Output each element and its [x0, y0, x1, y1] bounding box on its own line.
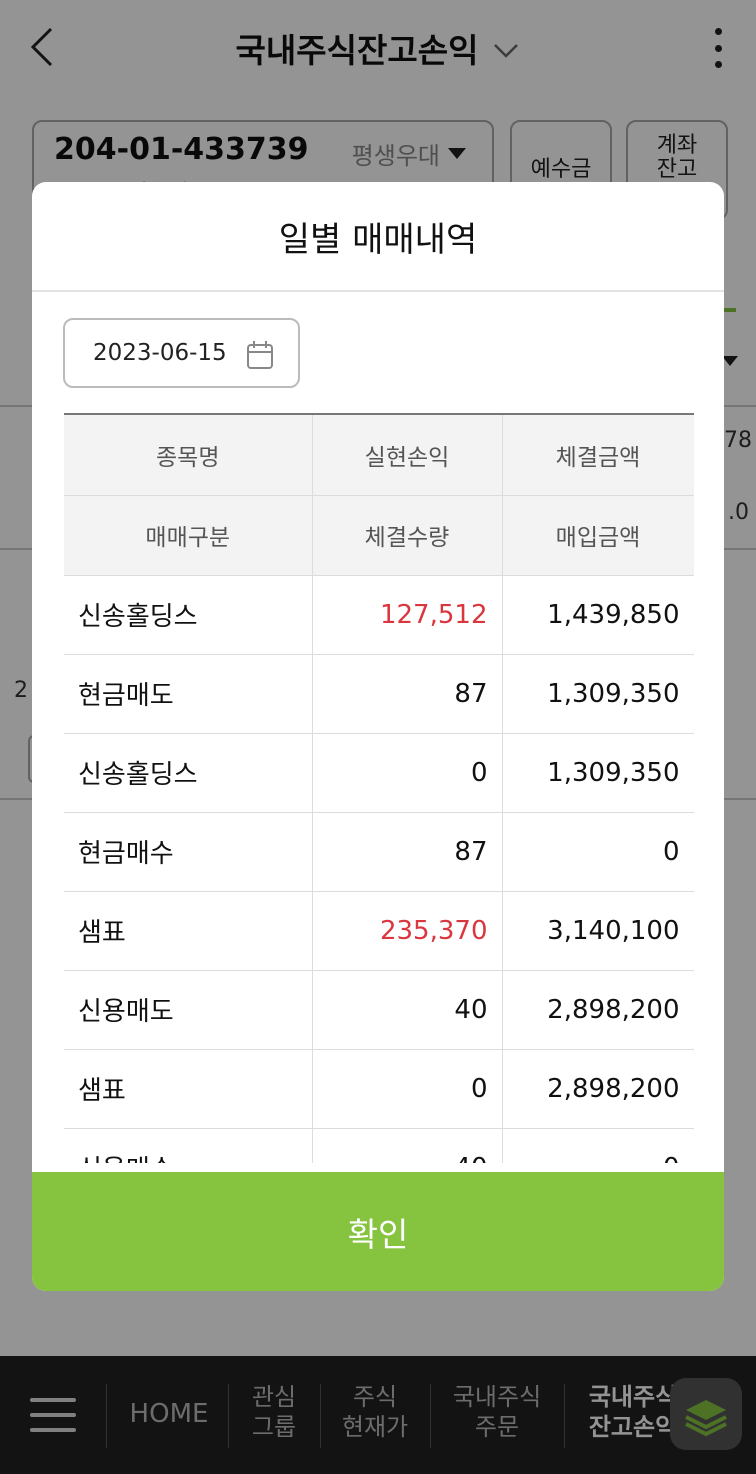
cell-pnl-or-qty: 87: [312, 654, 503, 734]
table-row[interactable]: 신용매수400: [64, 1128, 694, 1163]
cell-pnl-or-qty: 127,512: [312, 575, 503, 655]
cell-amount: 1,309,350: [502, 733, 694, 813]
trade-table-scroll[interactable]: 종목명 실현손익 체결금액 매매구분 체결수량 매입금액 신송홀딩스 127,51…: [64, 413, 694, 1163]
modal-title: 일별 매매내역: [32, 182, 724, 292]
daily-trade-history-modal: 일별 매매내역 2023-06-15 종목명 실현손익 체결금액 매매구분 체결…: [32, 182, 724, 1291]
cell-stock-or-type: 현금매수: [64, 812, 313, 892]
cell-pnl-or-qty: 40: [312, 1128, 503, 1163]
cell-stock-or-type: 신송홀딩스: [64, 575, 313, 655]
cell-stock-or-type: 샘표: [64, 891, 313, 971]
cell-amount: 1,439,850: [502, 575, 694, 655]
table-row[interactable]: 현금매수 87 0: [64, 812, 694, 892]
cell-pnl-or-qty: 87: [312, 812, 503, 892]
col-header-exec-amount: 체결금액: [502, 415, 694, 496]
trade-table: 종목명 실현손익 체결금액 매매구분 체결수량 매입금액 신송홀딩스 127,51…: [64, 415, 694, 1163]
cell-amount: 1,309,350: [502, 654, 694, 734]
col-header-exec-qty: 체결수량: [312, 495, 503, 576]
table-header-row: 매매구분 체결수량 매입금액: [64, 495, 694, 576]
date-picker[interactable]: 2023-06-15: [63, 318, 300, 388]
col-header-stock-name: 종목명: [64, 415, 313, 496]
table-row[interactable]: 샘표 0 2,898,200: [64, 1049, 694, 1129]
table-row[interactable]: 신송홀딩스 0 1,309,350: [64, 733, 694, 813]
cell-pnl-or-qty: 40: [312, 970, 503, 1050]
cell-stock-or-type: 신송홀딩스: [64, 733, 313, 813]
table-header-row: 종목명 실현손익 체결금액: [64, 415, 694, 496]
cell-stock-or-type: 샘표: [64, 1049, 313, 1129]
cell-stock-or-type: 신용매도: [64, 970, 313, 1050]
table-row[interactable]: 신용매도 40 2,898,200: [64, 970, 694, 1050]
cell-amount: 2,898,200: [502, 970, 694, 1050]
table-row[interactable]: 샘표 235,370 3,140,100: [64, 891, 694, 971]
table-row[interactable]: 신송홀딩스 127,512 1,439,850: [64, 575, 694, 655]
cell-pnl-or-qty: 0: [312, 1049, 503, 1129]
cell-amount: 2,898,200: [502, 1049, 694, 1129]
date-value: 2023-06-15: [93, 340, 227, 366]
cell-stock-or-type: 현금매도: [64, 654, 313, 734]
cell-amount: 0: [502, 812, 694, 892]
cell-pnl-or-qty: 235,370: [312, 891, 503, 971]
confirm-button[interactable]: 확인: [32, 1172, 724, 1291]
cell-stock-or-type: 신용매수: [64, 1128, 313, 1163]
calendar-icon: [247, 341, 273, 369]
col-header-realized-pnl: 실현손익: [312, 415, 503, 496]
cell-amount: 0: [502, 1128, 694, 1163]
col-header-purchase-amount: 매입금액: [502, 495, 694, 576]
table-row[interactable]: 현금매도 87 1,309,350: [64, 654, 694, 734]
cell-pnl-or-qty: 0: [312, 733, 503, 813]
cell-amount: 3,140,100: [502, 891, 694, 971]
col-header-trade-type: 매매구분: [64, 495, 313, 576]
